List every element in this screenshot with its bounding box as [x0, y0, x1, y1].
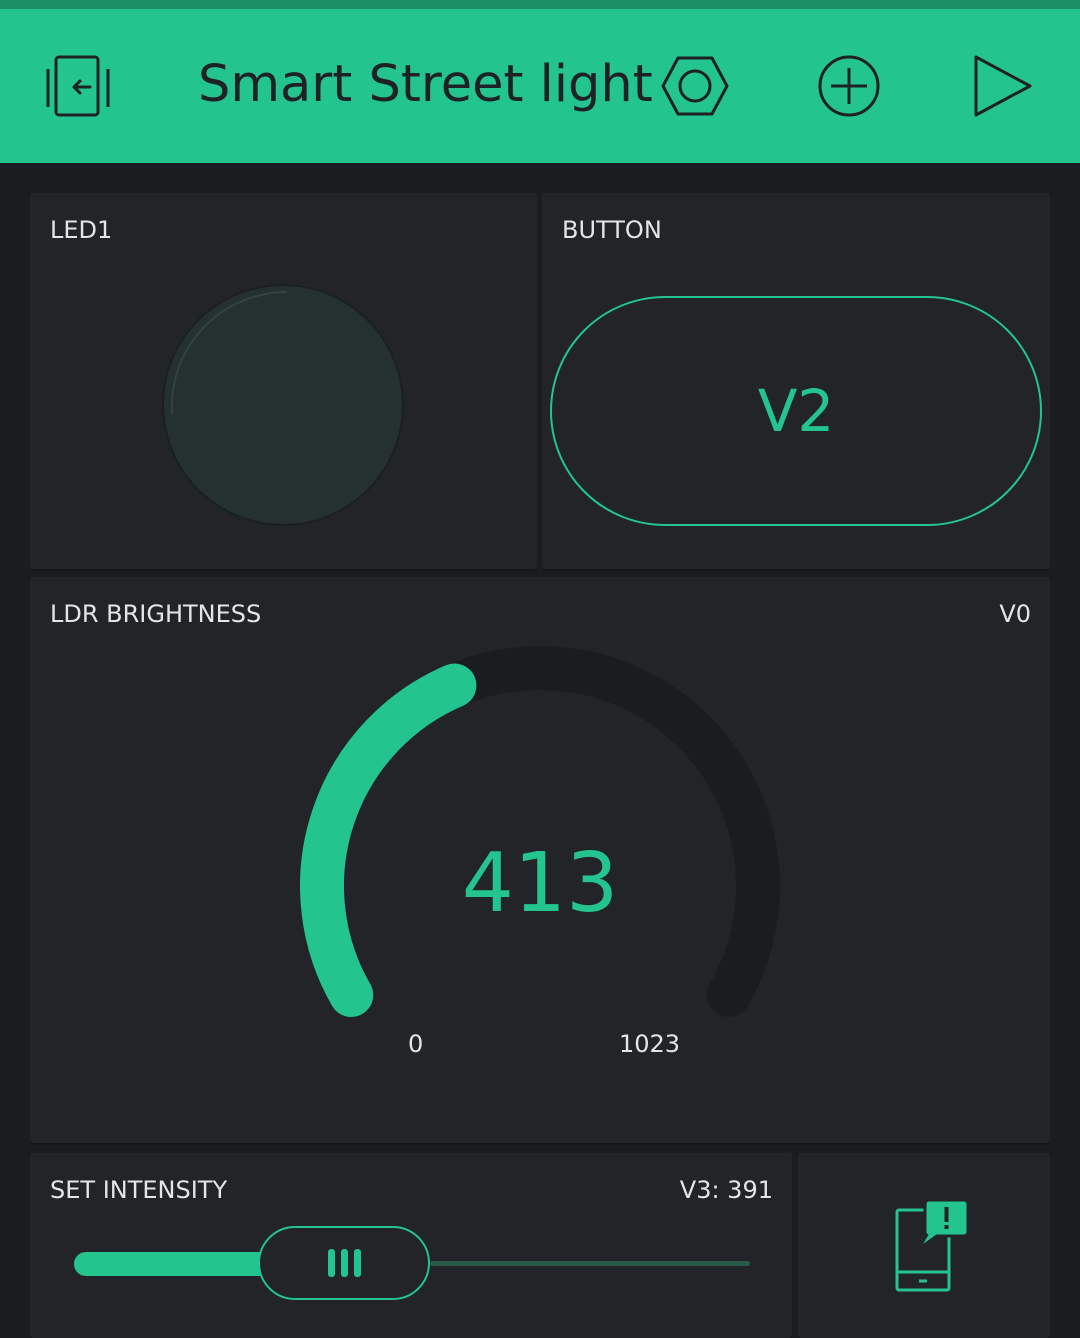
grip-line	[353, 1249, 361, 1277]
grip-line	[327, 1249, 335, 1277]
grip-line	[340, 1249, 348, 1277]
slider-label: SET INTENSITY	[50, 1176, 228, 1204]
play-icon[interactable]	[972, 54, 1034, 118]
exit-icon[interactable]	[44, 55, 112, 119]
slider-thumb[interactable]	[258, 1226, 430, 1300]
slider-value: V3: 391	[679, 1176, 773, 1204]
v2-toggle-button[interactable]: V2	[550, 296, 1042, 526]
led-label: LED1	[50, 216, 113, 244]
gauge-pin: V0	[999, 600, 1031, 628]
gauge-max-label: 1023	[619, 1030, 681, 1058]
page-title: Smart Street light	[198, 55, 653, 114]
button-label: BUTTON	[562, 216, 662, 244]
gauge-value: 413	[461, 836, 619, 931]
gauge-min-label: 0	[408, 1030, 424, 1058]
settings-hexagon-icon[interactable]	[660, 55, 730, 117]
add-icon[interactable]	[817, 54, 881, 118]
slider-track[interactable]	[430, 1261, 750, 1266]
phone-notification-icon[interactable]	[893, 1198, 971, 1294]
app-header: Smart Street light	[0, 9, 1080, 163]
led-highlight	[170, 290, 288, 415]
status-strip	[0, 0, 1080, 9]
slider-fill	[74, 1252, 271, 1276]
gauge-label: LDR BRIGHTNESS	[50, 600, 262, 628]
